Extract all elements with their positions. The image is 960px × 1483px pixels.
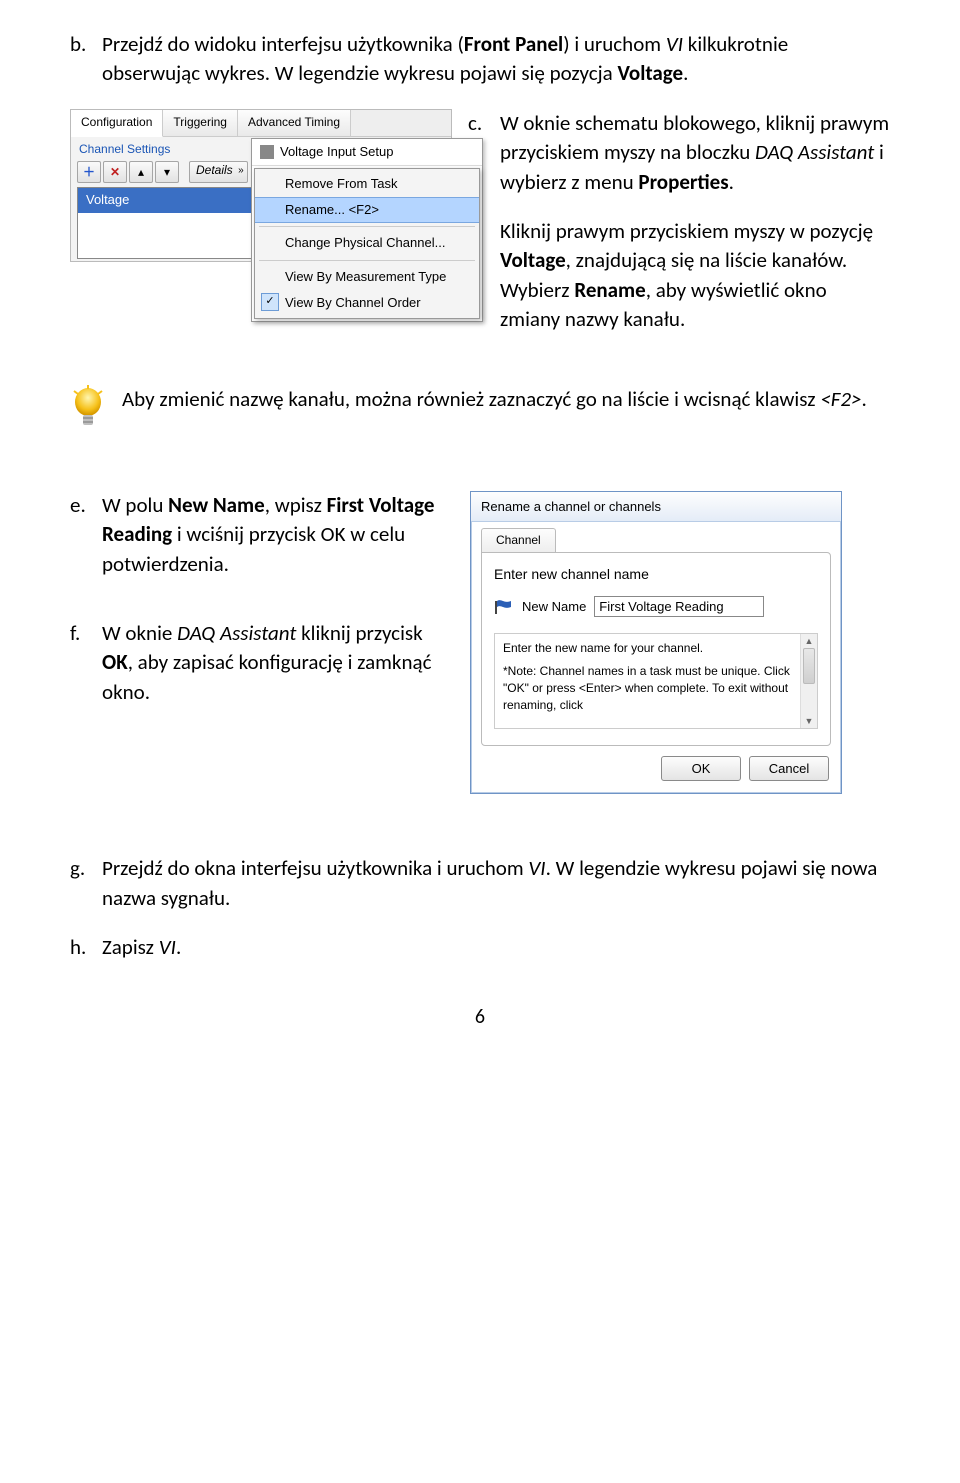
menu-item-remove-from-task[interactable]: Remove From Task [255,171,479,197]
chevron-up-icon: ▴ [138,164,144,181]
list-item-h: h. Zapisz VI. [70,933,890,962]
text-italic: DAQ Assistant [755,139,874,165]
menu-item-view-by-measurement-type[interactable]: View By Measurement Type [255,264,479,290]
vis-title-text: Voltage Input Setup [280,143,393,161]
text-italic: VI [159,934,176,960]
list-body: Przejdź do okna interfejsu użytkownika i… [102,854,890,913]
list-label: f. [70,619,102,707]
context-menu: Remove From Task Rename... <F2> Change P… [254,168,480,319]
plus-icon: ＋ [83,164,95,181]
text: Aby zmienić nazwę kanału, można również … [122,386,820,412]
text: ) i uruchom [563,31,666,57]
lightbulb-icon [70,385,110,441]
page-number: 6 [70,1003,890,1031]
text: kliknij przycisk [296,620,422,646]
rename-dialog: Rename a channel or channels Channel Ent… [470,491,842,795]
tip-text: Aby zmienić nazwę kanału, można również … [122,385,867,414]
menu-item-label: View By Channel Order [285,295,421,310]
text: . [729,169,734,195]
menu-separator [259,260,475,261]
x-icon: ✕ [110,164,120,181]
dialog-tab-channel[interactable]: Channel [481,528,556,552]
chevron-down-icon: ▾ [164,164,170,181]
list-item-f: f. W oknie DAQ Assistant kliknij przycis… [70,619,440,707]
scrollbar[interactable]: ▲ ▼ [800,634,817,728]
list-label: e. [70,491,102,579]
text: Kliknij prawym przyciskiem myszy w pozyc… [500,218,873,244]
scroll-up-icon[interactable]: ▲ [801,634,817,648]
text-italic: <F2> [820,386,861,412]
text: Przejdź do okna interfejsu użytkownika i… [102,855,528,881]
add-channel-button[interactable]: ＋ [77,161,101,183]
list-item-g: g. Przejdź do okna interfejsu użytkownik… [70,854,890,913]
help-line: *Note: Channel names in a task must be u… [503,663,791,713]
dialog-title: Rename a channel or channels [471,492,841,522]
gauge-icon [260,145,274,159]
text-bold: Voltage [617,60,683,86]
list-label: b. [70,30,102,89]
help-line: Enter the new name for your channel. [503,640,791,657]
menu-item-change-physical-channel[interactable]: Change Physical Channel... [255,230,479,256]
text: W polu [102,492,168,518]
list-label: h. [70,933,102,962]
help-text-box: Enter the new name for your channel. *No… [494,633,818,729]
check-icon: ✓ [261,293,279,311]
new-name-input[interactable] [594,596,764,617]
text-italic: DAQ Assistant [177,620,296,646]
list-item-b: b. Przejdź do widoku interfejsu użytkown… [70,30,890,89]
text: Przejdź do widoku interfejsu użytkownika… [102,31,464,57]
text-bold: New Name [168,492,265,518]
list-body: W polu New Name, wpisz First Voltage Rea… [102,491,440,579]
list-item-d: d. Kliknij prawym przyciskiem myszy w po… [468,217,890,335]
flag-icon [494,599,514,615]
channel-up-button[interactable]: ▴ [129,161,153,183]
menu-item-rename[interactable]: Rename... <F2> [255,197,479,223]
text-bold: Rename [574,277,645,303]
tip-callout: Aby zmienić nazwę kanału, można również … [70,385,890,441]
new-name-label: New Name [522,598,586,616]
text-bold: OK [102,649,128,675]
text: , aby zapisać konfigurację i zamknąć okn… [102,649,431,704]
list-body: Zapisz VI. [102,933,890,962]
list-body: Kliknij prawym przyciskiem myszy w pozyc… [500,217,890,335]
cancel-button[interactable]: Cancel [749,756,829,781]
remove-channel-button[interactable]: ✕ [103,161,127,183]
text-bold: Voltage [500,247,566,273]
voltage-input-setup-panel: Voltage Input Setup Remove From Task Ren… [251,138,483,322]
config-panel-screenshot: Configuration Triggering Advanced Timing… [70,109,452,263]
tab-advanced-timing[interactable]: Advanced Timing [238,110,351,136]
list-body: Przejdź do widoku interfejsu użytkownika… [102,30,890,89]
text: Zapisz [102,934,159,960]
text-bold: Front Panel [464,31,563,57]
dialog-group-title: Enter new channel name [494,565,818,585]
list-label: g. [70,854,102,913]
tab-configuration[interactable]: Configuration [71,110,163,137]
text: W oknie [102,620,177,646]
text-italic: VI [528,855,545,881]
tab-triggering[interactable]: Triggering [163,110,238,136]
details-label: Details [196,163,233,177]
list-body: W oknie DAQ Assistant kliknij przycisk O… [102,619,440,707]
scroll-down-icon[interactable]: ▼ [801,714,817,728]
text: . [862,386,867,412]
channel-down-button[interactable]: ▾ [155,161,179,183]
text-bold: Properties [638,169,728,195]
list-item-e: e. W polu New Name, wpisz First Voltage … [70,491,440,579]
text: . [683,60,688,86]
menu-item-view-by-channel-order[interactable]: ✓ View By Channel Order [255,290,479,316]
text-italic: VI [666,31,683,57]
scroll-thumb[interactable] [803,648,815,684]
menu-separator [259,226,475,227]
text: , wpisz [265,492,327,518]
list-body: W oknie schematu blokowego, kliknij praw… [500,109,890,197]
list-item-c: c. W oknie schematu blokowego, kliknij p… [468,109,890,197]
details-button[interactable]: Details [189,161,248,183]
ok-button[interactable]: OK [661,756,741,781]
text: . [176,934,181,960]
